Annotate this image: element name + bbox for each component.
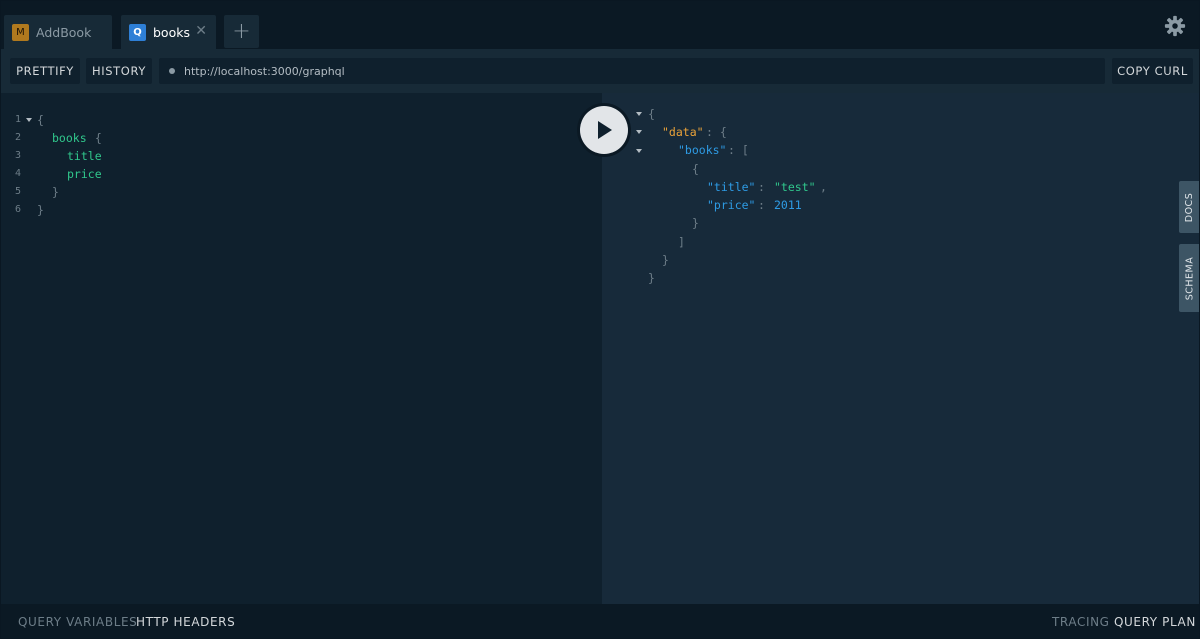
docs-tab[interactable]: DOCS [1179,181,1199,233]
line-number: 4 [14,168,21,179]
play-icon [598,121,612,139]
query-editor[interactable]: 1 { 2 books { 3 title 4 price 5 } 6 } [1,93,602,604]
json-key-data: "data" [662,125,704,139]
json-punctuation: , [820,180,827,194]
json-punctuation: ] [678,235,685,249]
code-field: price [67,167,102,181]
json-punctuation: } [648,271,655,285]
line-number: 1 [14,114,21,125]
code-line: } [52,185,59,199]
docs-tab-label: DOCS [1184,192,1196,222]
tab-label: books [153,24,190,40]
endpoint-url-input[interactable]: http://localhost:3000/graphql [159,58,1105,84]
tracing-tab[interactable]: TRACING [1052,615,1110,629]
json-punctuation: } [662,253,669,267]
mutation-badge: M [12,23,29,41]
tab-label: AddBook [36,24,92,40]
http-headers-tab[interactable]: HTTP HEADERS [136,615,235,629]
fold-arrow-icon[interactable] [26,118,32,122]
json-punctuation: { [692,162,699,176]
code-punctuation: { [88,131,102,145]
line-number: 5 [14,186,21,197]
query-plan-tab[interactable]: QUERY PLAN [1114,615,1196,629]
result-viewer: { "data" : { "books" : [ { "title" : "te… [602,93,1199,604]
json-value-price: 2011 [774,198,802,212]
execute-query-button[interactable] [577,103,631,157]
plus-icon: + [232,19,251,44]
fold-arrow-icon[interactable] [636,130,642,134]
schema-tab[interactable]: SCHEMA [1179,244,1199,312]
query-badge: Q [129,23,146,41]
json-punctuation: : [758,198,772,212]
endpoint-url: http://localhost:3000/graphql [184,64,345,78]
json-brace: { [648,107,655,121]
line-number: 3 [14,150,21,161]
code-field: books [52,131,87,145]
bottom-bar: QUERY VARIABLES HTTP HEADERS TRACING QUE… [1,604,1199,638]
json-punctuation: : [758,180,772,194]
json-punctuation: : { [706,125,727,139]
json-key-price: "price" [707,198,756,212]
copy-curl-button[interactable]: COPY CURL [1112,58,1193,84]
query-variables-tab[interactable]: QUERY VARIABLES [18,615,137,629]
line-number: 2 [14,132,21,143]
tab-bar: M AddBook Q books ✕ + [1,1,1199,49]
gear-icon[interactable] [1164,15,1186,37]
json-punctuation: } [692,216,699,230]
tab-addbook[interactable]: M AddBook [4,15,112,49]
tab-books[interactable]: Q books ✕ [121,15,216,49]
line-number: 6 [14,204,21,215]
toolbar: PRETTIFY HISTORY http://localhost:3000/g… [1,49,1199,93]
graphql-playground: M AddBook Q books ✕ + PRETTIFY HISTORY h… [0,0,1200,639]
json-key-title: "title" [707,180,756,194]
prettify-button[interactable]: PRETTIFY [10,58,80,84]
code-field: title [67,149,102,163]
fold-arrow-icon[interactable] [636,149,642,153]
status-dot-icon [169,68,175,74]
json-punctuation: : [ [728,143,749,157]
code-line: } [37,203,44,217]
json-value-title: "test" [774,180,816,194]
json-key-books: "books" [678,143,727,157]
fold-arrow-icon[interactable] [636,112,642,116]
close-icon[interactable]: ✕ [195,23,207,39]
add-tab-button[interactable]: + [224,15,259,48]
history-button[interactable]: HISTORY [86,58,152,84]
schema-tab-label: SCHEMA [1184,256,1196,300]
code-line: { [37,113,44,127]
